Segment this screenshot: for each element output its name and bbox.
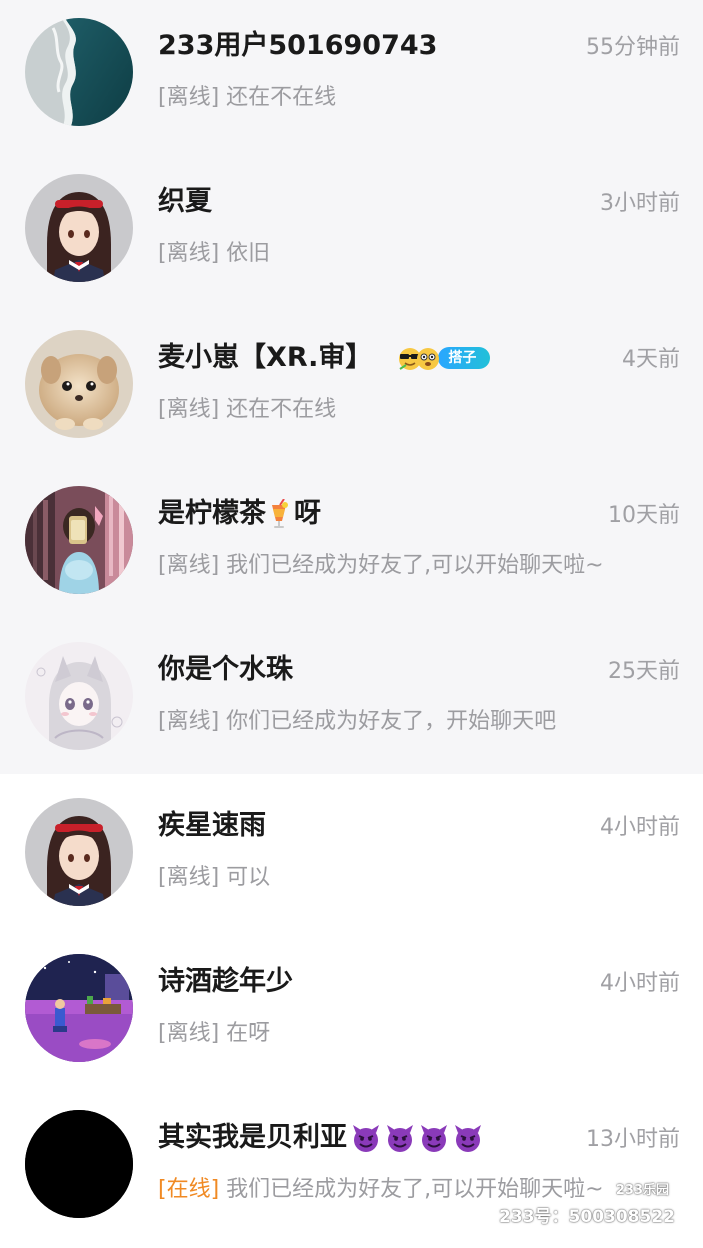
status-label: [离线] (158, 553, 220, 578)
last-active-time: 4天前 (622, 347, 680, 372)
last-message: [离线] 还在不在线 (158, 392, 336, 428)
message-preview: 我们已经成为好友了,可以开始聊天啦~ (226, 553, 604, 578)
last-message: [离线] 我们已经成为好友了,可以开始聊天啦~ (158, 548, 604, 584)
smiling-imp-icon (453, 1123, 483, 1153)
message-preview: 可以 (226, 865, 271, 890)
status-label: [离线] (158, 241, 220, 266)
conversation-item[interactable]: 疾星速雨 4小时前 [离线] 可以 (0, 780, 703, 936)
watermark-logo: 233乐园 (609, 1182, 675, 1200)
last-active-time: 4小时前 (600, 815, 680, 840)
conversation-item[interactable]: 233用户501690743 55分钟前 [离线] 还在不在线 (0, 0, 703, 156)
photo-selfie-avatar-image (25, 486, 133, 594)
message-preview: 你们已经成为好友了，开始聊天吧 (226, 709, 557, 734)
message-preview: 还在不在线 (226, 397, 337, 422)
avatar[interactable] (25, 1110, 133, 1218)
avatar[interactable] (25, 18, 133, 126)
anime-girl-avatar-image (25, 174, 133, 282)
contact-name-row: 是柠檬茶 呀 (158, 494, 321, 534)
last-active-time: 3小时前 (600, 191, 680, 216)
smiling-imp-icon (351, 1123, 381, 1153)
smiling-imp-icon (419, 1123, 449, 1153)
last-message: [离线] 你们已经成为好友了，开始聊天吧 (158, 704, 556, 740)
message-preview: 还在不在线 (226, 85, 337, 110)
avatar[interactable] (25, 486, 133, 594)
conversation-item[interactable]: 是柠檬茶 呀 10天前 [离线] 我们已经成为好友了,可以开始聊天啦~ (0, 468, 703, 624)
contact-name: 诗酒趁年少 (158, 966, 293, 997)
contact-name: 织夏 (158, 186, 212, 217)
anime-sketch-avatar-image (25, 642, 133, 750)
last-message: [离线] 依旧 (158, 236, 270, 272)
conversation-list: 233用户501690743 55分钟前 [离线] 还在不在线 织夏 3小时前 (0, 0, 703, 1240)
conversation-item[interactable]: 织夏 3小时前 [离线] 依旧 (0, 156, 703, 312)
contact-name: 是柠檬茶 (158, 498, 266, 529)
contact-name: 麦小崽【XR.审】 (158, 342, 373, 373)
black-avatar-image (25, 1110, 133, 1218)
companion-badge[interactable]: 搭子 (396, 345, 491, 371)
purple-room-avatar-image (25, 954, 133, 1062)
avatar[interactable] (25, 954, 133, 1062)
fluffy-pet-avatar-image (25, 330, 133, 438)
conversation-item[interactable]: 麦小崽【XR.审】 搭子 4天前 [离线] 还在不在线 (0, 312, 703, 468)
last-active-time: 25天前 (608, 659, 680, 684)
status-label: [离线] (158, 397, 220, 422)
avatar[interactable] (25, 330, 133, 438)
message-preview: 在呀 (226, 1021, 271, 1046)
last-active-time: 55分钟前 (586, 35, 680, 60)
last-active-time: 4小时前 (600, 971, 680, 996)
last-message: [离线] 可以 (158, 860, 270, 896)
contact-name: 233用户501690743 (158, 30, 438, 61)
contact-name-row: 其实我是贝利亚 (158, 1118, 483, 1158)
watermark: 233乐园 233号：500308522 (499, 1178, 675, 1228)
status-label: [离线] (158, 1021, 220, 1046)
ocean-wave-avatar-image (25, 18, 133, 126)
contact-name-row: 麦小崽【XR.审】 搭子 (158, 338, 491, 378)
avatar[interactable] (25, 642, 133, 750)
message-preview: 依旧 (226, 241, 271, 266)
tropical-drink-icon (268, 498, 290, 529)
last-message: [离线] 还在不在线 (158, 80, 336, 116)
contact-name: 其实我是贝利亚 (158, 1122, 347, 1153)
conversation-item[interactable]: 你是个水珠 25天前 [离线] 你们已经成为好友了，开始聊天吧 (0, 624, 703, 774)
sunglasses-emoji-icon (396, 345, 444, 371)
status-label: [离线] (158, 85, 220, 110)
status-label: [离线] (158, 865, 220, 890)
last-message: [离线] 在呀 (158, 1016, 270, 1052)
status-label: [在线] (158, 1177, 220, 1202)
last-active-time: 13小时前 (586, 1127, 680, 1152)
conversation-item[interactable]: 诗酒趁年少 4小时前 [离线] 在呀 (0, 936, 703, 1092)
smiling-imp-icon (385, 1123, 415, 1153)
avatar[interactable] (25, 798, 133, 906)
badge-label: 搭子 (438, 347, 491, 369)
contact-name: 疾星速雨 (158, 810, 266, 841)
anime-girl-avatar-image (25, 798, 133, 906)
contact-name-suffix: 呀 (294, 498, 321, 529)
contact-name: 你是个水珠 (158, 654, 293, 685)
avatar[interactable] (25, 174, 133, 282)
status-label: [离线] (158, 709, 220, 734)
watermark-id: 233号：500308522 (499, 1207, 675, 1227)
last-active-time: 10天前 (608, 503, 680, 528)
